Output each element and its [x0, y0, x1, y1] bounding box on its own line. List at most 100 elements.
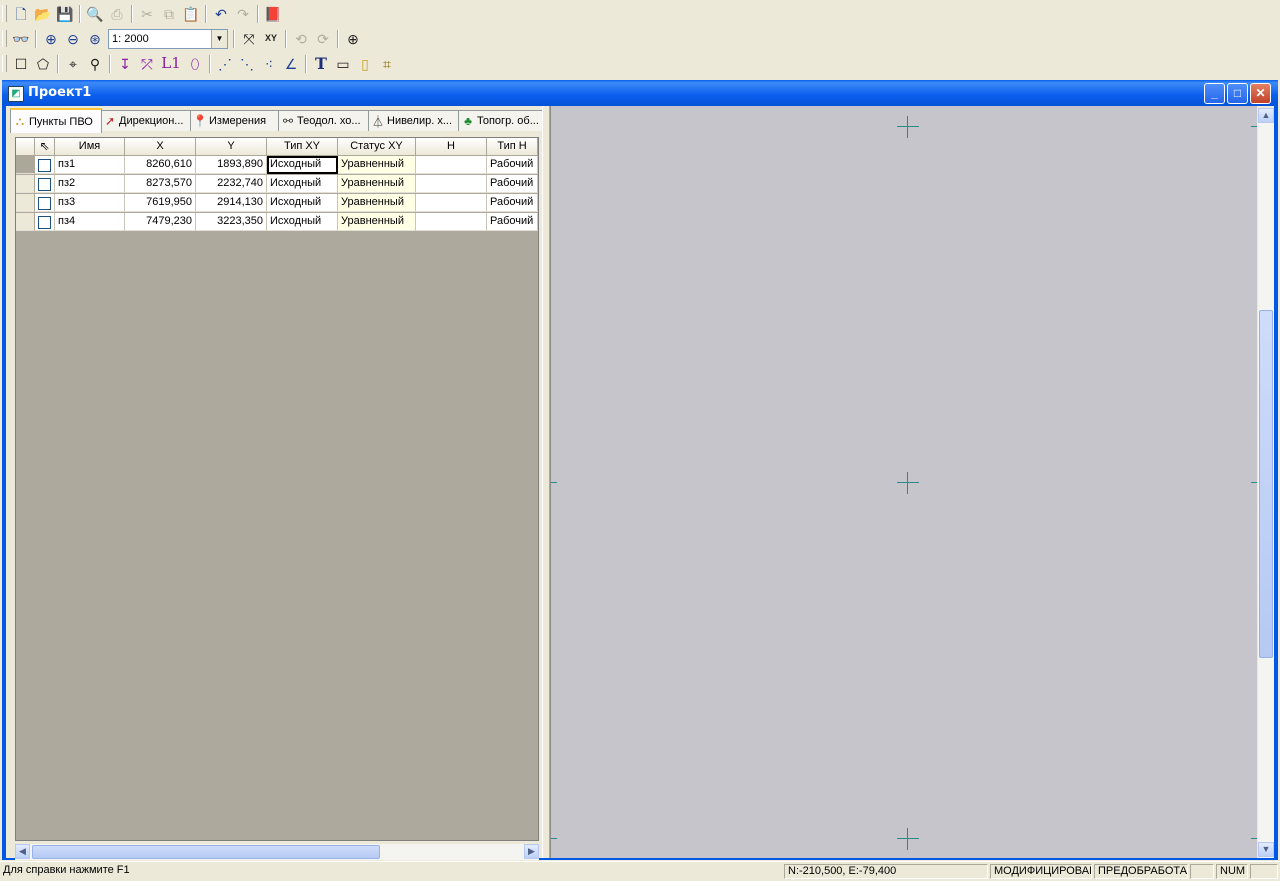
tab-theodolite[interactable]: ⚯ Теодол. хо...	[278, 110, 370, 131]
chevron-down-icon[interactable]: ▼	[211, 29, 227, 48]
cell-type-xy[interactable]: Исходный	[267, 194, 338, 212]
table-row[interactable]: пз4 7479,230 3223,350 Исходный Уравненны…	[16, 213, 538, 231]
cell-status-xy[interactable]: Уравненный	[338, 175, 416, 193]
cell-x[interactable]: 7479,230	[125, 213, 196, 231]
row-checkbox[interactable]	[35, 213, 55, 231]
tab-directions[interactable]: ➚ Дирекцион...	[100, 110, 192, 131]
col-header-y[interactable]: Y	[196, 138, 267, 156]
col-header-name[interactable]: Имя	[55, 138, 125, 156]
cell-y[interactable]: 2914,130	[196, 194, 267, 212]
row-header[interactable]	[16, 156, 35, 174]
col-header-status-xy[interactable]: Статус XY	[338, 138, 416, 156]
undo-button[interactable]: ↶	[210, 3, 232, 25]
cell-h[interactable]	[416, 213, 487, 231]
close-button[interactable]: ✕	[1250, 83, 1271, 104]
cell-x[interactable]: 7619,950	[125, 194, 196, 212]
open-folder-button[interactable]: 📂	[32, 3, 54, 25]
cell-type-xy[interactable]: Исходный	[267, 175, 338, 193]
cell-name[interactable]: пз1	[55, 156, 125, 174]
cell-name[interactable]: пз4	[55, 213, 125, 231]
help-book-button[interactable]: 📕	[262, 3, 284, 25]
select-poly-button[interactable]: ⬠	[32, 53, 54, 75]
traverse2-button[interactable]: ⋱	[236, 53, 258, 75]
cell-y[interactable]: 1893,890	[196, 156, 267, 174]
text-tool-button[interactable]: T	[310, 53, 332, 75]
zoom-out-button[interactable]: ⊖	[62, 28, 84, 50]
scroll-down-button[interactable]: ▼	[1258, 842, 1274, 857]
traverse-button[interactable]: ⋰	[214, 53, 236, 75]
table-row[interactable]: пз2 8273,570 2232,740 Исходный Уравненны…	[16, 175, 538, 193]
scroll-thumb[interactable]	[32, 845, 380, 859]
lines-button[interactable]: L1	[158, 53, 184, 75]
scroll-thumb[interactable]	[1259, 310, 1273, 658]
maximize-button[interactable]: □	[1227, 83, 1248, 104]
center-target-button[interactable]: ⊕	[342, 28, 364, 50]
tab-measurements[interactable]: 📍 Измерения	[190, 110, 280, 131]
cell-h[interactable]	[416, 156, 487, 174]
save-button[interactable]: 💾	[54, 3, 76, 25]
map-vertical-scrollbar[interactable]: ▲ ▼	[1258, 108, 1274, 858]
cell-type-xy[interactable]: Исходный	[267, 213, 338, 231]
row-checkbox[interactable]	[35, 175, 55, 193]
tab-survey-points[interactable]: ⛬ Пункты ПВО	[10, 108, 102, 133]
cell-h[interactable]	[416, 175, 487, 193]
cell-status-xy[interactable]: Уравненный	[338, 213, 416, 231]
new-file-button[interactable]: 🗋	[10, 3, 32, 25]
row-header[interactable]	[16, 175, 35, 193]
cell-y[interactable]: 2232,740	[196, 175, 267, 193]
minimize-button[interactable]: _	[1204, 83, 1225, 104]
table-row[interactable]: пз3 7619,950 2914,130 Исходный Уравненны…	[16, 194, 538, 212]
scroll-left-button[interactable]: ◀	[15, 844, 30, 859]
scroll-right-button[interactable]: ▶	[524, 844, 539, 859]
cell-type-h[interactable]: Рабочий	[487, 175, 538, 193]
col-header-type-h[interactable]: Тип H	[487, 138, 538, 156]
view-next-button[interactable]: ⟳	[312, 28, 334, 50]
paste-button[interactable]: 📋	[180, 3, 202, 25]
cell-h[interactable]	[416, 194, 487, 212]
map-canvas[interactable]	[550, 106, 1257, 858]
points-button[interactable]: ⌖	[62, 53, 84, 75]
scale-combo[interactable]: 1: 2000 ▼	[108, 28, 228, 49]
row-checkbox[interactable]	[35, 156, 55, 174]
note-button[interactable]: ▯	[354, 53, 376, 75]
window-titlebar[interactable]: ◩ Проект1 _ □ ✕	[2, 80, 1278, 106]
tab-topography[interactable]: ♣ Топогр. об...	[458, 110, 548, 131]
grid-horizontal-scrollbar[interactable]: ◀ ▶	[15, 844, 539, 860]
polyline-button[interactable]: ⤱	[136, 53, 158, 75]
redo-button[interactable]: ↷	[232, 3, 254, 25]
tab-leveling[interactable]: ⏃ Нивелир. х...	[368, 110, 460, 131]
cell-name[interactable]: пз2	[55, 175, 125, 193]
pane-splitter[interactable]	[542, 106, 550, 858]
col-header-h[interactable]: H	[416, 138, 487, 156]
grid-corner[interactable]	[16, 138, 35, 156]
fit-extent-button[interactable]: ⤧	[238, 28, 260, 50]
select-rect-button[interactable]: ☐	[10, 53, 32, 75]
cell-type-h[interactable]: Рабочий	[487, 213, 538, 231]
cell-type-h[interactable]: Рабочий	[487, 194, 538, 212]
cell-type-xy[interactable]: Исходный	[267, 156, 338, 174]
table-row[interactable]: пз1 8260,610 1893,890 Исходный Уравненны…	[16, 156, 538, 174]
cell-status-xy[interactable]: Уравненный	[338, 156, 416, 174]
cell-name[interactable]: пз3	[55, 194, 125, 212]
row-checkbox[interactable]	[35, 194, 55, 212]
col-header-type-xy[interactable]: Тип XY	[267, 138, 338, 156]
scroll-up-button[interactable]: ▲	[1258, 108, 1274, 123]
cell-x[interactable]: 8260,610	[125, 156, 196, 174]
col-header-x[interactable]: X	[125, 138, 196, 156]
overview-button[interactable]: 👓	[10, 28, 32, 50]
xy-button[interactable]: XY	[260, 28, 282, 50]
traverse3-button[interactable]: ⁖	[258, 53, 280, 75]
zoom-window-button[interactable]: ⊛	[84, 28, 106, 50]
cut-button[interactable]: ✂	[136, 3, 158, 25]
view-prev-button[interactable]: ⟲	[290, 28, 312, 50]
zoom-in-button[interactable]: ⊕	[40, 28, 62, 50]
row-header[interactable]	[16, 194, 35, 212]
vertical-line-button[interactable]: ↧	[114, 53, 136, 75]
copy-button[interactable]: ⧉	[158, 3, 180, 25]
find-button[interactable]: ⚲	[84, 53, 106, 75]
frame-button[interactable]: ▭	[332, 53, 354, 75]
angle-button[interactable]: ∠	[280, 53, 302, 75]
print-preview-button[interactable]: 🔍	[84, 3, 106, 25]
cell-type-h[interactable]: Рабочий	[487, 156, 538, 174]
print-button[interactable]: ⎙	[106, 3, 128, 25]
